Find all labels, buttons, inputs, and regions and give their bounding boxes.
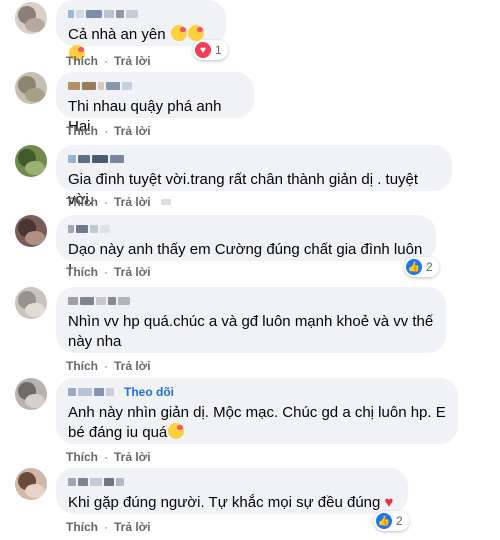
like-reaction-icon: 👍 [376, 513, 392, 529]
reaction-badge[interactable]: ♥ 1 [193, 40, 228, 60]
avatar[interactable] [15, 145, 47, 177]
comment-bubble: Khi gặp đúng người. Tự khắc mọi sự đều đ… [56, 468, 408, 514]
comment-text: Cả nhà an yên [68, 26, 166, 43]
author-name[interactable] [68, 475, 396, 489]
author-name[interactable]: Theo dõi [68, 385, 446, 399]
avatar[interactable] [15, 468, 47, 500]
comment-5: Nhìn vv hp quá.chúc a và gđ luôn mạnh kh… [0, 287, 500, 373]
author-name[interactable] [68, 79, 242, 93]
comment-2: Thi nhau quậy phá anh Hai Thích · Trả lời [0, 72, 500, 142]
comment-1: Cả nhà an yên ♥ 1 Thích · Trả lời [0, 0, 500, 70]
comment-3: Gia đình tuyệt vời.trang rất chân thành … [0, 145, 500, 213]
reply-link[interactable]: Trả lời [114, 54, 151, 68]
reply-link[interactable]: Trả lời [114, 265, 151, 279]
like-link[interactable]: Thích [66, 265, 98, 279]
reaction-badge[interactable]: 👍 2 [404, 257, 439, 277]
comment-bubble: Dạo này anh thấy em Cường đúng chất gia … [56, 215, 436, 278]
like-reaction-icon: 👍 [406, 259, 422, 275]
heart-reaction-icon: ♥ [195, 42, 211, 58]
smiling-hearts-emoji-icon [170, 25, 187, 41]
like-link[interactable]: Thích [66, 520, 98, 534]
like-link[interactable]: Thích [66, 54, 98, 68]
smiling-hearts-emoji-icon [187, 25, 204, 41]
comment-bubble: Nhìn vv hp quá.chúc a và gđ luôn mạnh kh… [56, 287, 446, 353]
author-name[interactable] [68, 222, 424, 236]
reaction-badge[interactable]: 👍 2 [374, 511, 409, 531]
author-name[interactable] [68, 7, 214, 21]
avatar[interactable] [15, 378, 47, 410]
avatar[interactable] [15, 72, 47, 104]
avatar[interactable] [15, 2, 47, 34]
reply-link[interactable]: Trả lời [114, 520, 151, 534]
avatar[interactable] [15, 287, 47, 319]
like-link[interactable]: Thích [66, 359, 98, 373]
reaction-count: 2 [426, 260, 433, 274]
reply-link[interactable]: Trả lời [114, 195, 151, 209]
comment-text: Khi gặp đúng người. Tự khắc mọi sự đều đ… [68, 494, 381, 511]
reply-link[interactable]: Trả lời [114, 359, 151, 373]
comment-bubble: Thi nhau quậy phá anh Hai [56, 72, 254, 135]
like-link[interactable]: Thích [66, 450, 98, 464]
comment-bubble: Gia đình tuyệt vời.trang rất chân thành … [56, 145, 452, 208]
avatar[interactable] [15, 215, 47, 247]
like-link[interactable]: Thích [66, 124, 98, 138]
red-heart-emoji-icon: ♥ [384, 494, 394, 511]
comment-7: Khi gặp đúng người. Tự khắc mọi sự đều đ… [0, 468, 500, 540]
comment-4: Dạo này anh thấy em Cường đúng chất gia … [0, 215, 500, 285]
comment-text: Anh này nhìn giản dị. Mộc mạc. Chúc gd a… [68, 404, 446, 441]
reaction-count: 2 [396, 514, 403, 528]
comment-6: Theo dõi Anh này nhìn giản dị. Mộc mạc. … [0, 378, 500, 464]
smiling-hearts-emoji-icon [168, 423, 185, 439]
reply-link[interactable]: Trả lời [114, 124, 151, 138]
author-name[interactable] [68, 152, 440, 166]
comment-bubble: Cả nhà an yên [56, 0, 226, 61]
like-link[interactable]: Thích [66, 195, 98, 209]
comment-bubble: Theo dõi Anh này nhìn giản dị. Mộc mạc. … [56, 378, 458, 444]
comment-text: Nhìn vv hp quá.chúc a và gđ luôn mạnh kh… [68, 313, 434, 350]
reply-link[interactable]: Trả lời [114, 450, 151, 464]
reaction-count: 1 [215, 43, 222, 57]
author-name[interactable] [68, 294, 434, 308]
follow-link[interactable]: Theo dõi [124, 385, 174, 399]
